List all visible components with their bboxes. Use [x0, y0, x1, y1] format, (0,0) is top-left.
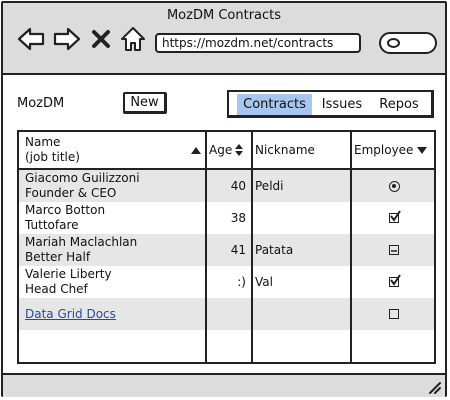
- employee-checkbox-checked[interactable]: [389, 210, 401, 223]
- table-row[interactable]: Giacomo Guilizzoni Founder & CEO 40 Peld…: [19, 170, 434, 202]
- cell-nickname: Peldi: [255, 179, 284, 193]
- cell-age: 41: [230, 243, 246, 257]
- header-employee-label: Employee: [354, 143, 414, 157]
- forward-arrow-icon[interactable]: [53, 25, 81, 53]
- data-grid-docs-link[interactable]: Data Grid Docs: [25, 307, 116, 322]
- header-age[interactable]: Age: [209, 132, 249, 168]
- row-title: Head Chef: [25, 282, 88, 296]
- status-bar: [3, 373, 445, 397]
- header-nickname[interactable]: Nickname: [255, 132, 347, 168]
- tab-repos[interactable]: Repos: [373, 94, 425, 115]
- resize-grip-icon[interactable]: [427, 379, 441, 394]
- tab-bar: Contracts Issues Repos: [227, 90, 434, 118]
- cell-name: Mariah Maclachlan Better Half: [25, 234, 205, 266]
- header-employee[interactable]: Employee: [354, 132, 434, 168]
- table-row[interactable]: Data Grid Docs: [19, 298, 434, 330]
- column-divider: [205, 132, 207, 362]
- table-row[interactable]: Marco Botton Tuttofare 38: [19, 202, 434, 234]
- title-bar: MozDM Contracts https://mozdm.net/contra…: [3, 3, 445, 75]
- window-title: MozDM Contracts: [166, 8, 282, 23]
- back-arrow-icon[interactable]: [17, 25, 45, 53]
- cell-nickname: Patata: [255, 243, 294, 257]
- cell-employee: [354, 266, 434, 298]
- header-name-label: Name: [25, 135, 61, 149]
- cell-employee: [354, 234, 434, 266]
- cell-age: :): [237, 275, 246, 289]
- home-icon[interactable]: [119, 25, 147, 53]
- sort-both-icon: [235, 144, 244, 156]
- table-row[interactable]: Valerie Liberty Head Chef :) Val: [19, 266, 434, 298]
- cell-nickname: Val: [255, 275, 273, 289]
- search-icon: [387, 38, 400, 48]
- new-button[interactable]: New: [123, 92, 167, 114]
- column-divider: [350, 132, 352, 362]
- header-age-label: Age: [209, 143, 233, 157]
- sort-descending-icon: [417, 146, 428, 154]
- cell-age: [209, 298, 249, 330]
- address-bar[interactable]: https://mozdm.net/contracts: [155, 33, 361, 53]
- row-title: Better Half: [25, 250, 91, 264]
- row-name: Marco Botton: [25, 203, 106, 217]
- tab-contracts[interactable]: Contracts: [237, 94, 312, 115]
- row-name: Valerie Liberty: [25, 267, 112, 281]
- row-title: Tuttofare: [25, 218, 79, 232]
- employee-checkbox-unchecked[interactable]: [389, 309, 399, 319]
- cell-age: 38: [230, 211, 246, 225]
- data-grid: Name (job title) Age Nickname Employee G…: [17, 130, 436, 364]
- employee-checkbox-indeterminate[interactable]: [389, 245, 399, 255]
- row-title: Founder & CEO: [25, 186, 117, 200]
- table-row[interactable]: Mariah Maclachlan Better Half 41 Patata: [19, 234, 434, 266]
- cell-nickname: [255, 202, 347, 234]
- header-name[interactable]: Name (job title): [25, 132, 205, 168]
- cell-nickname: [255, 298, 347, 330]
- column-divider: [251, 132, 253, 362]
- cell-employee: [354, 298, 434, 330]
- cell-employee: [354, 202, 434, 234]
- stop-close-icon[interactable]: [91, 25, 111, 53]
- cell-age: 40: [230, 179, 246, 193]
- cell-employee: [354, 170, 434, 202]
- grid-header: Name (job title) Age Nickname Employee: [19, 132, 434, 170]
- cell-name: Data Grid Docs: [25, 298, 205, 330]
- tab-issues[interactable]: Issues: [317, 94, 367, 115]
- search-field[interactable]: [379, 32, 437, 54]
- row-name: Mariah Maclachlan: [25, 235, 138, 249]
- browser-window: MozDM Contracts https://mozdm.net/contra…: [1, 1, 447, 397]
- cell-name: Valerie Liberty Head Chef: [25, 266, 205, 298]
- sort-ascending-icon[interactable]: [191, 132, 203, 168]
- row-name: Giacomo Guilizzoni: [25, 171, 140, 185]
- cell-name: Marco Botton Tuttofare: [25, 202, 205, 234]
- employee-radio-selected[interactable]: [388, 180, 400, 192]
- header-name-sublabel: (job title): [25, 150, 80, 164]
- employee-checkbox-checked[interactable]: [389, 274, 401, 287]
- cell-name: Giacomo Guilizzoni Founder & CEO: [25, 170, 205, 202]
- app-label: MozDM: [17, 96, 65, 111]
